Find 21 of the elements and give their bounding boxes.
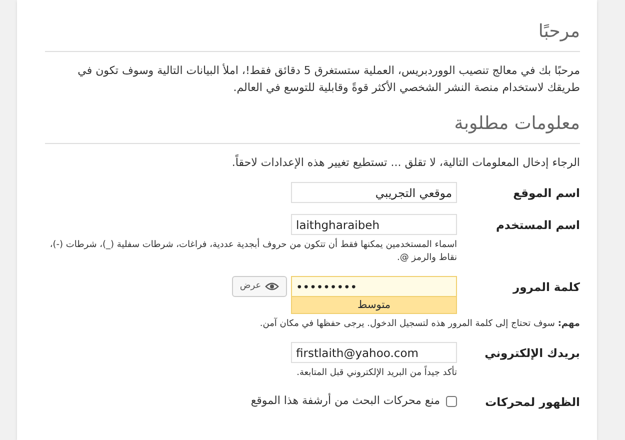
input-field[interactable]: laithgharaibeh <box>291 214 457 235</box>
input-field[interactable]: firstlaith@yahoo.com <box>291 342 457 363</box>
hint-text: مهم: سوف تحتاج إلى كلمة المرور هذه لتسجيل الدخول. يرجى حفظها في مكان آمن. <box>258 318 580 331</box>
eye-icon <box>265 282 280 291</box>
hint-text: اسماء المستخدمين يمكنها فقط أن تتكون من حروف أبجدية عددية، فراغات، شرطات سفلية (_)، شرطات (-)، نقاط والرمز @. <box>48 239 457 265</box>
field-label: الظهور لمحركات <box>484 394 580 409</box>
paragraph: الرجاء إدخال المعلومات التالية، لا تقلق ... تستطيع تغيير هذه الإعدادات لاحقاً. <box>230 154 580 171</box>
input-field[interactable]: موقعي التجريبي <box>291 182 457 203</box>
input-field[interactable]: ••••••••• <box>291 276 457 297</box>
section-heading: معلومات مطلوبة <box>45 110 580 144</box>
checkbox-label[interactable]: منع محركات البحث من أرشفة هذا الموقع <box>250 393 440 410</box>
field-label: بريدك الإلكتروني <box>484 345 580 360</box>
hint-text: تأكد جيداً من البريد الإلكتروني قبل المتابعة. <box>45 367 457 380</box>
field-label: اسم الموقع <box>512 185 580 200</box>
section-heading: مرحبًا <box>45 18 580 52</box>
field-label: كلمة المرور <box>512 279 580 294</box>
field-label: اسم المستخدم <box>495 217 580 232</box>
password-strength-meter: متوسط <box>291 297 457 314</box>
checkbox[interactable] <box>446 396 457 407</box>
show-password-button[interactable]: عرض <box>232 276 287 297</box>
paragraph: مرحبًا بك في معالج تنصيب الووردبريس، العملية ستستغرق 5 دقائق فقط!، املأ البيانات التالية وسوف تكون في طريقك لاستخدام منصة النشر الشخصي الأكثر قوةً وقابلية للتوسع في العالم. <box>76 62 580 96</box>
